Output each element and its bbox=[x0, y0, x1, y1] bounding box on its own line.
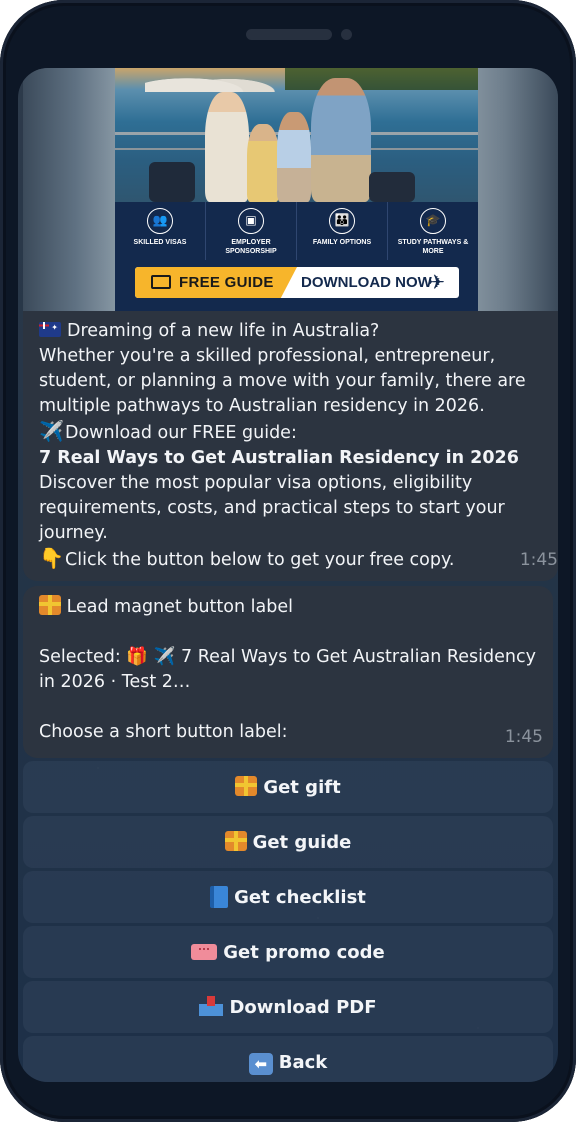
phone-frame: 👥 SKILLED VISAS ▣ EMPLOYER SPONSORSHIP 👪… bbox=[0, 0, 576, 1122]
graduation-cap-icon: 🎓 bbox=[420, 208, 446, 234]
button-label: Get promo code bbox=[223, 941, 385, 963]
suitcase-left bbox=[149, 162, 195, 202]
gift-icon bbox=[235, 776, 258, 798]
button-label: Download PDF bbox=[229, 996, 377, 1018]
banner-image[interactable]: 👥 SKILLED VISAS ▣ EMPLOYER SPONSORSHIP 👪… bbox=[115, 68, 478, 311]
free-guide-text: FREE GUIDE bbox=[179, 274, 274, 291]
airplane-icon: ✈ bbox=[428, 270, 445, 294]
guide-title: 7 Real Ways to Get Australian Residency … bbox=[39, 448, 519, 468]
message-time: 1:45 bbox=[504, 727, 543, 747]
briefcase-icon: ▣ bbox=[238, 208, 264, 234]
phone-camera bbox=[341, 29, 352, 40]
message-line: Dreaming of a new life in Australia? bbox=[39, 319, 542, 344]
feature-employer-sponsorship: ▣ EMPLOYER SPONSORSHIP bbox=[206, 202, 297, 260]
person-mother bbox=[205, 92, 249, 202]
pointing-down-icon: 👇 bbox=[39, 546, 64, 570]
person-boy bbox=[277, 112, 311, 202]
back-arrow-icon: ⬅ bbox=[248, 1049, 273, 1075]
feature-label: FAMILY OPTIONS bbox=[312, 239, 372, 246]
feature-skilled-visas: 👥 SKILLED VISAS bbox=[115, 202, 206, 260]
chat-screen: 👥 SKILLED VISAS ▣ EMPLOYER SPONSORSHIP 👪… bbox=[18, 68, 558, 1082]
message-text: Click the button below to get your free … bbox=[65, 550, 455, 570]
message-text: Dreaming of a new life in Australia? bbox=[67, 321, 380, 341]
get-promo-code-button[interactable]: Get promo code bbox=[23, 926, 553, 978]
feature-label: STUDY PATHWAYS & MORE bbox=[397, 239, 469, 255]
get-guide-button[interactable]: Get guide bbox=[23, 816, 553, 868]
ticket-icon bbox=[191, 941, 218, 963]
gift-icon bbox=[224, 831, 247, 853]
message-line: ✈️Download our FREE guide: bbox=[39, 419, 542, 446]
airplane-icon: ✈️ bbox=[39, 419, 64, 443]
phone-speaker bbox=[246, 29, 332, 40]
message-text: Discover the most popular visa options, … bbox=[39, 473, 511, 543]
person-father bbox=[311, 78, 371, 202]
message-line: Lead magnet button label bbox=[39, 595, 537, 620]
button-label: Back bbox=[278, 1051, 328, 1073]
feature-family-options: 👪 FAMILY OPTIONS bbox=[297, 202, 388, 260]
download-pdf-button[interactable]: Download PDF bbox=[23, 981, 553, 1033]
family-photo bbox=[115, 68, 478, 202]
banner-cta: FREE GUIDE DOWNLOAD NOW ✈ bbox=[135, 267, 459, 298]
get-checklist-button[interactable]: Get checklist bbox=[23, 871, 553, 923]
feature-label: SKILLED VISAS bbox=[133, 239, 187, 246]
person-girl bbox=[247, 124, 279, 202]
message-heading: Lead magnet button label bbox=[66, 597, 293, 617]
message-bubble-label-prompt: Lead magnet button label Selected: 🎁 ✈️ … bbox=[23, 586, 553, 758]
prompt-text: Choose a short button label: bbox=[39, 722, 288, 742]
australia-flag-icon bbox=[39, 322, 61, 337]
harbour-trees bbox=[285, 68, 478, 90]
download-now-label: DOWNLOAD NOW bbox=[301, 274, 432, 291]
message-text: Download our FREE guide: bbox=[65, 423, 297, 443]
banner-features: 👥 SKILLED VISAS ▣ EMPLOYER SPONSORSHIP 👪… bbox=[115, 202, 478, 260]
banner-cta-row: FREE GUIDE DOWNLOAD NOW ✈ bbox=[115, 260, 478, 311]
gift-icon bbox=[39, 595, 61, 615]
inbox-tray-icon bbox=[199, 996, 224, 1018]
suitcase-right bbox=[369, 172, 415, 202]
message-time: 1:45 bbox=[519, 550, 558, 570]
open-book-icon bbox=[151, 275, 171, 289]
family-icon: 👪 bbox=[329, 208, 355, 234]
feature-label: EMPLOYER SPONSORSHIP bbox=[225, 239, 277, 255]
people-icon: 👥 bbox=[147, 208, 173, 234]
button-label: Get checklist bbox=[234, 886, 366, 908]
message-bubble-promo: Dreaming of a new life in Australia? Whe… bbox=[23, 311, 558, 581]
opera-house-shape bbox=[145, 68, 285, 92]
back-button[interactable]: ⬅ Back bbox=[23, 1036, 553, 1082]
message-text: Whether you're a skilled professional, e… bbox=[39, 346, 532, 416]
button-label: Get guide bbox=[252, 831, 352, 853]
button-label: Get gift bbox=[263, 776, 341, 798]
selected-text: Selected: 🎁 ✈️ 7 Real Ways to Get Austra… bbox=[39, 647, 542, 692]
book-icon bbox=[210, 885, 229, 909]
free-guide-label: FREE GUIDE bbox=[151, 267, 274, 298]
banner-image-frame[interactable]: 👥 SKILLED VISAS ▣ EMPLOYER SPONSORSHIP 👪… bbox=[23, 68, 558, 311]
feature-study-pathways: 🎓 STUDY PATHWAYS & MORE bbox=[388, 202, 478, 260]
message-line: 👇Click the button below to get your free… bbox=[39, 546, 542, 573]
get-gift-button[interactable]: Get gift bbox=[23, 761, 553, 813]
